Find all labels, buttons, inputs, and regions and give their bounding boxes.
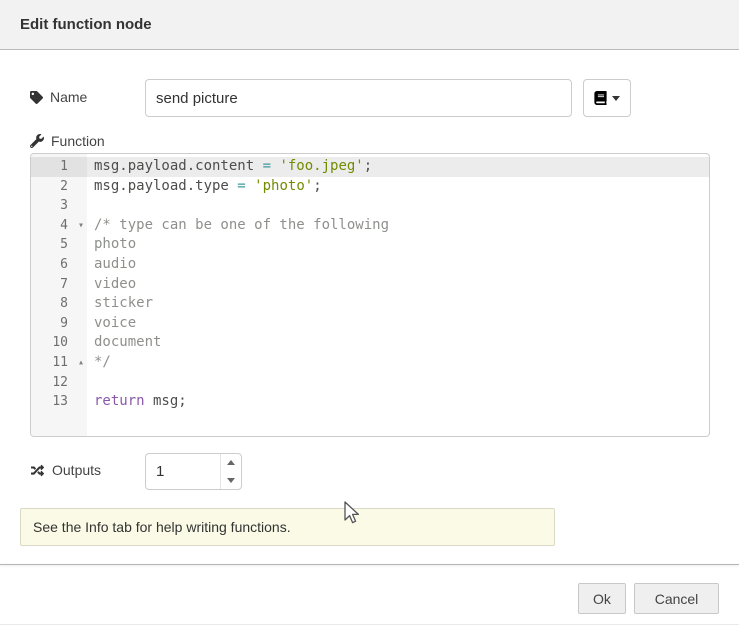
- line-number: 2: [31, 177, 87, 197]
- code-text: video: [87, 275, 136, 295]
- cancel-button[interactable]: Cancel: [634, 583, 719, 614]
- function-code-editor[interactable]: 1msg.payload.content = 'foo.jpeg';2msg.p…: [30, 153, 710, 437]
- edit-function-node-dialog: Edit function node Name Function 1msg.pa…: [0, 0, 739, 630]
- code-text: [87, 196, 94, 216]
- code-line[interactable]: 12: [31, 373, 709, 393]
- outputs-spinner: [145, 453, 242, 490]
- name-input[interactable]: [145, 79, 572, 117]
- code-text: msg.payload.content = 'foo.jpeg';: [87, 157, 372, 177]
- code-text: voice: [87, 314, 136, 334]
- code-line[interactable]: 11▴*/: [31, 353, 709, 373]
- wrench-icon: [30, 134, 44, 148]
- line-number: 10: [31, 333, 87, 353]
- code-text: msg.payload.type = 'photo';: [87, 177, 322, 197]
- code-text: audio: [87, 255, 136, 275]
- library-button[interactable]: [583, 79, 631, 117]
- shuffle-icon: [30, 464, 45, 477]
- triangle-down-icon: [227, 478, 235, 483]
- function-label-text: Function: [51, 133, 105, 149]
- outputs-field-label: Outputs: [30, 462, 101, 478]
- code-line[interactable]: 1msg.payload.content = 'foo.jpeg';: [31, 157, 709, 177]
- code-line[interactable]: 9voice: [31, 314, 709, 334]
- code-text: sticker: [87, 294, 153, 314]
- name-label-text: Name: [50, 89, 87, 105]
- fold-open-icon[interactable]: ▾: [78, 216, 84, 236]
- book-icon: [594, 91, 607, 105]
- line-number: 11▴: [31, 353, 87, 373]
- triangle-up-icon: [227, 460, 235, 465]
- line-number: 13: [31, 392, 87, 412]
- dialog-bottom-edge: [0, 624, 739, 625]
- tag-icon: [30, 91, 43, 104]
- line-number: 5: [31, 235, 87, 255]
- line-number: 8: [31, 294, 87, 314]
- fold-close-icon[interactable]: ▴: [78, 353, 84, 373]
- line-number: 7: [31, 275, 87, 295]
- code-line[interactable]: 5photo: [31, 235, 709, 255]
- spinner-buttons: [220, 454, 241, 489]
- info-tip-text: See the Info tab for help writing functi…: [33, 519, 291, 535]
- line-number: 12: [31, 373, 87, 393]
- code-lines: 1msg.payload.content = 'foo.jpeg';2msg.p…: [31, 154, 709, 412]
- code-line[interactable]: 10document: [31, 333, 709, 353]
- code-line[interactable]: 7video: [31, 275, 709, 295]
- line-number: 4▾: [31, 216, 87, 236]
- mouse-cursor: [343, 501, 363, 525]
- code-text: /* type can be one of the following: [87, 216, 389, 236]
- spinner-up-button[interactable]: [221, 454, 241, 472]
- code-line[interactable]: 2msg.payload.type = 'photo';: [31, 177, 709, 197]
- code-text: return msg;: [87, 392, 187, 412]
- name-field-label: Name: [30, 89, 87, 105]
- code-text: */: [87, 353, 111, 373]
- dialog-title: Edit function node: [20, 16, 152, 33]
- code-text: [87, 373, 94, 393]
- code-line[interactable]: 6audio: [31, 255, 709, 275]
- spinner-down-button[interactable]: [221, 472, 241, 490]
- line-number: 6: [31, 255, 87, 275]
- ok-button[interactable]: Ok: [578, 583, 626, 614]
- code-line[interactable]: 13return msg;: [31, 392, 709, 412]
- code-line[interactable]: 3: [31, 196, 709, 216]
- outputs-input[interactable]: [146, 454, 220, 489]
- dialog-header: Edit function node: [0, 0, 739, 50]
- function-field-label: Function: [30, 133, 105, 149]
- line-number: 3: [31, 196, 87, 216]
- code-line[interactable]: 8sticker: [31, 294, 709, 314]
- code-line[interactable]: 4▾/* type can be one of the following: [31, 216, 709, 236]
- info-tip-box: See the Info tab for help writing functi…: [20, 508, 555, 546]
- caret-down-icon: [612, 96, 620, 101]
- line-number: 9: [31, 314, 87, 334]
- footer-separator: [0, 564, 739, 565]
- outputs-label-text: Outputs: [52, 462, 101, 478]
- line-number: 1: [31, 157, 87, 177]
- code-text: photo: [87, 235, 136, 255]
- code-text: document: [87, 333, 161, 353]
